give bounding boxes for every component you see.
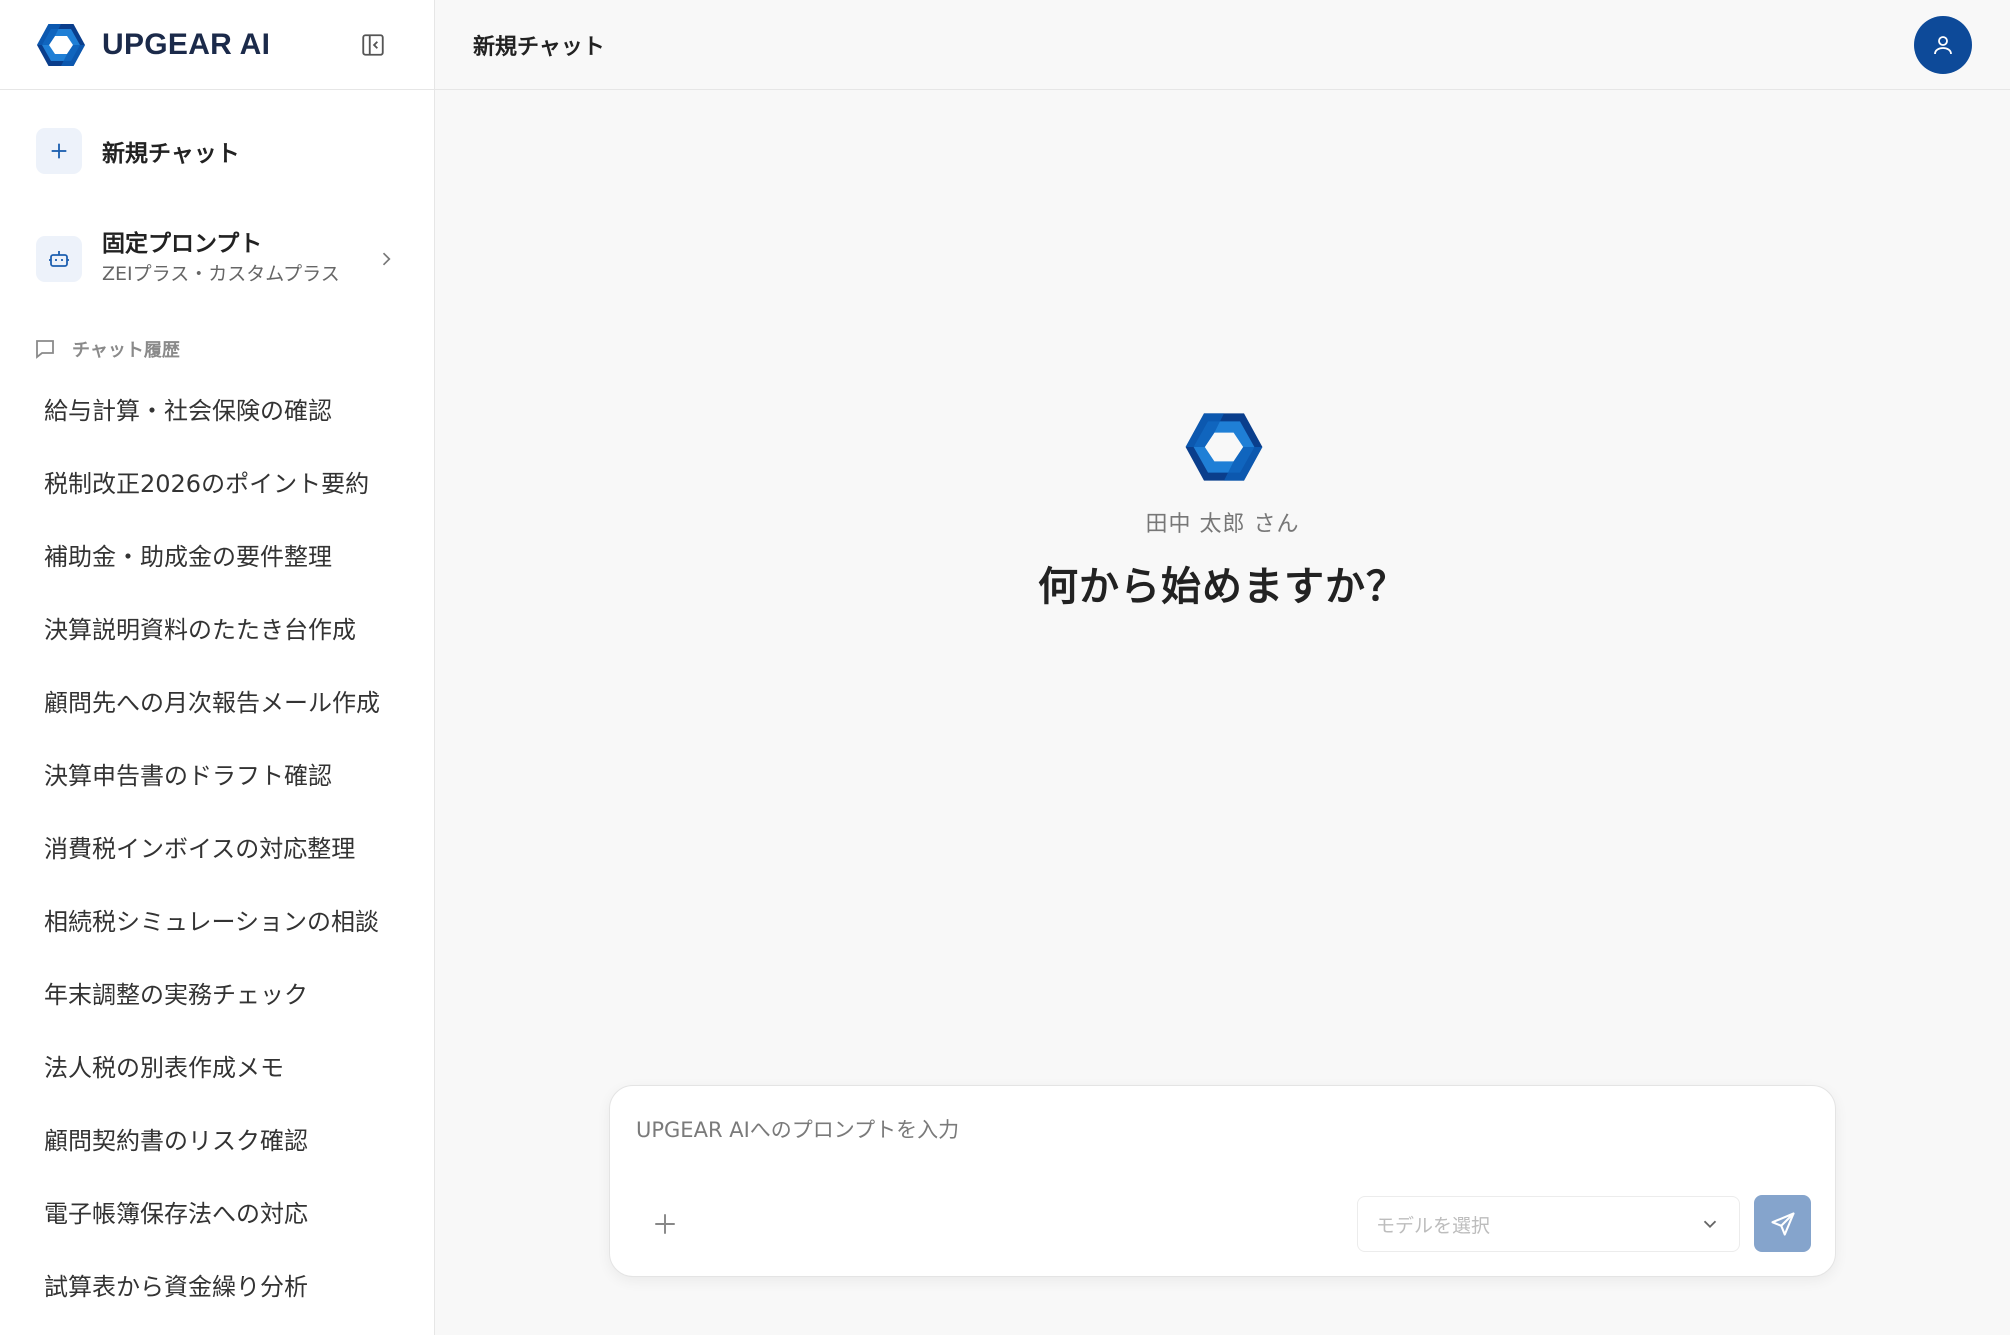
fixed-prompt-subtitle: ZEIプラス・カスタムプラス [102,263,340,285]
fixed-prompt-title: 固定プロンプト [102,231,263,257]
plus-icon [51,143,67,159]
sidebar-collapse-icon [362,34,384,56]
prompt-input[interactable] [636,1110,1806,1150]
sidebar-header: UPGEAR AI [0,0,434,90]
sidebar-collapse-button[interactable] [357,30,389,60]
attach-button[interactable] [648,1207,682,1241]
chat-history-header: チャット履歴 [32,336,180,362]
history-item[interactable]: 税制改正2026のポイント要約 [44,456,414,529]
welcome-panel: 田中 太郎 さん 何から始めますか？ [435,410,2010,612]
history-item[interactable]: 試算表から資金繰り分析 [44,1259,414,1332]
chat-history-list: 給与計算・社会保険の確認 税制改正2026のポイント要約 補助金・助成金の要件整… [44,383,414,1332]
history-item[interactable]: 法人税の別表作成メモ [44,1040,414,1113]
history-item[interactable]: 顧問契約書のリスク確認 [44,1113,414,1186]
new-chat-icon-box [36,128,82,174]
robot-icon [49,251,69,267]
chevron-down-icon [1703,1220,1717,1229]
brand-logo-icon [37,23,85,66]
history-item[interactable]: 補助金・助成金の要件整理 [44,529,414,602]
history-item[interactable]: 電子帳簿保存法への対応 [44,1186,414,1259]
welcome-heading: 何から始めますか？ [1038,564,1407,610]
plus-icon [655,1214,675,1234]
page-title: 新規チャット [473,34,605,60]
fixed-prompt-icon-box [36,236,82,282]
user-icon [1934,36,1952,55]
history-item[interactable]: 決算説明資料のたたき台作成 [44,602,414,675]
model-select-placeholder: モデルを選択 [1376,1214,1491,1237]
fixed-prompt-text: 固定プロンプト ZEIプラス・カスタムプラス [102,229,340,289]
fixed-prompt-button[interactable]: 固定プロンプト ZEIプラス・カスタムプラス [36,226,396,292]
history-item[interactable]: 決算申告書のドラフト確認 [44,748,414,821]
chat-bubble-icon [36,340,54,359]
history-item[interactable]: 顧問先への月次報告メール作成 [44,675,414,748]
history-item[interactable]: 消費税インボイスの対応整理 [44,821,414,894]
chevron-right-icon [382,252,391,266]
new-chat-label: 新規チャット [102,141,240,167]
brand-logo-icon [1185,413,1262,481]
send-button[interactable] [1754,1195,1811,1252]
send-icon [1770,1211,1795,1236]
history-item[interactable]: 相続税シミュレーションの相談 [44,894,414,967]
new-chat-button[interactable]: 新規チャット [36,128,240,174]
history-item[interactable]: 年末調整の実務チェック [44,967,414,1040]
brand-name: UPGEAR AI [102,27,271,61]
sidebar: UPGEAR AI 新規チャット 固定プロンプト ZEIプラス・カスタムプラス … [0,0,435,1335]
chat-history-title: チャット履歴 [72,340,180,361]
app-window: UPGEAR AI 新規チャット 固定プロンプト ZEIプラス・カスタムプラス … [0,0,2010,1335]
history-item[interactable]: 給与計算・社会保険の確認 [44,383,414,456]
user-avatar-button[interactable] [1914,16,1972,74]
prompt-composer: モデルを選択 [609,1085,1836,1277]
model-select[interactable]: モデルを選択 [1357,1196,1740,1252]
welcome-user-name: 田中 太郎 さん [1145,512,1300,537]
top-bar: 新規チャット [435,0,2010,90]
